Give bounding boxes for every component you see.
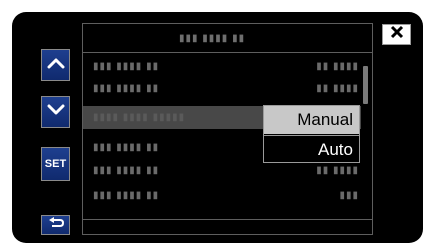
menu-row[interactable]: ▮▮▮ ▮▮▮▮ ▮▮ ▮▮▮ <box>83 184 361 207</box>
menu-title: ▮▮▮ ▮▮▮▮ ▮▮ <box>179 33 246 44</box>
option-auto[interactable]: Auto <box>264 135 359 163</box>
set-button-label: SET <box>44 158 67 170</box>
menu-row-value: ▮▮ ▮▮▮▮ <box>316 83 359 94</box>
menu-row-label: ▮▮▮ ▮▮▮▮ ▮▮ <box>93 142 160 153</box>
menu-row-label: ▮▮▮ ▮▮▮▮ ▮▮ <box>93 190 160 201</box>
set-button[interactable]: SET <box>41 147 70 181</box>
menu-row-value: ▮▮ ▮▮▮▮ <box>316 165 359 176</box>
close-button[interactable] <box>382 24 411 45</box>
back-button[interactable] <box>41 215 70 235</box>
menu-row-value: ▮▮▮ <box>339 190 359 201</box>
scrollbar-thumb[interactable] <box>363 66 368 104</box>
menu-footer-bar <box>83 219 372 234</box>
return-arrow-icon <box>47 216 65 234</box>
chevron-up-icon <box>47 56 65 74</box>
menu-row[interactable]: ▮▮▮ ▮▮▮▮ ▮▮ ▮▮ ▮▮▮▮ <box>83 77 361 100</box>
menu-title-bar: ▮▮▮ ▮▮▮▮ ▮▮ <box>83 24 372 53</box>
scroll-up-button[interactable] <box>41 49 70 81</box>
camera-menu-screen: ▮▮▮ ▮▮▮▮ ▮▮ ▮▮▮ ▮▮▮▮ ▮▮ ▮▮ ▮▮▮▮ ▮▮▮ ▮▮▮▮… <box>12 12 423 243</box>
menu-row[interactable]: ▮▮▮ ▮▮▮▮ ▮▮ ▮▮ ▮▮▮▮ <box>83 55 361 78</box>
menu-row-label: ▮▮▮ ▮▮▮▮ ▮▮ <box>93 61 160 72</box>
menu-row-label: ▮▮▮ ▮▮▮▮ ▮▮ <box>93 165 160 176</box>
menu-row-label: ▮▮▮ ▮▮▮▮ ▮▮ <box>93 83 160 94</box>
chevron-down-icon <box>47 103 65 121</box>
menu-row-label: ▮▮▮▮ ▮▮▮▮ ▮▮▮▮▮ <box>93 112 186 123</box>
scroll-down-button[interactable] <box>41 96 70 128</box>
menu-row-value: ▮▮ ▮▮▮▮ <box>316 61 359 72</box>
option-popup: Manual Auto <box>263 105 360 163</box>
close-icon <box>390 25 404 44</box>
option-manual[interactable]: Manual <box>264 106 359 134</box>
